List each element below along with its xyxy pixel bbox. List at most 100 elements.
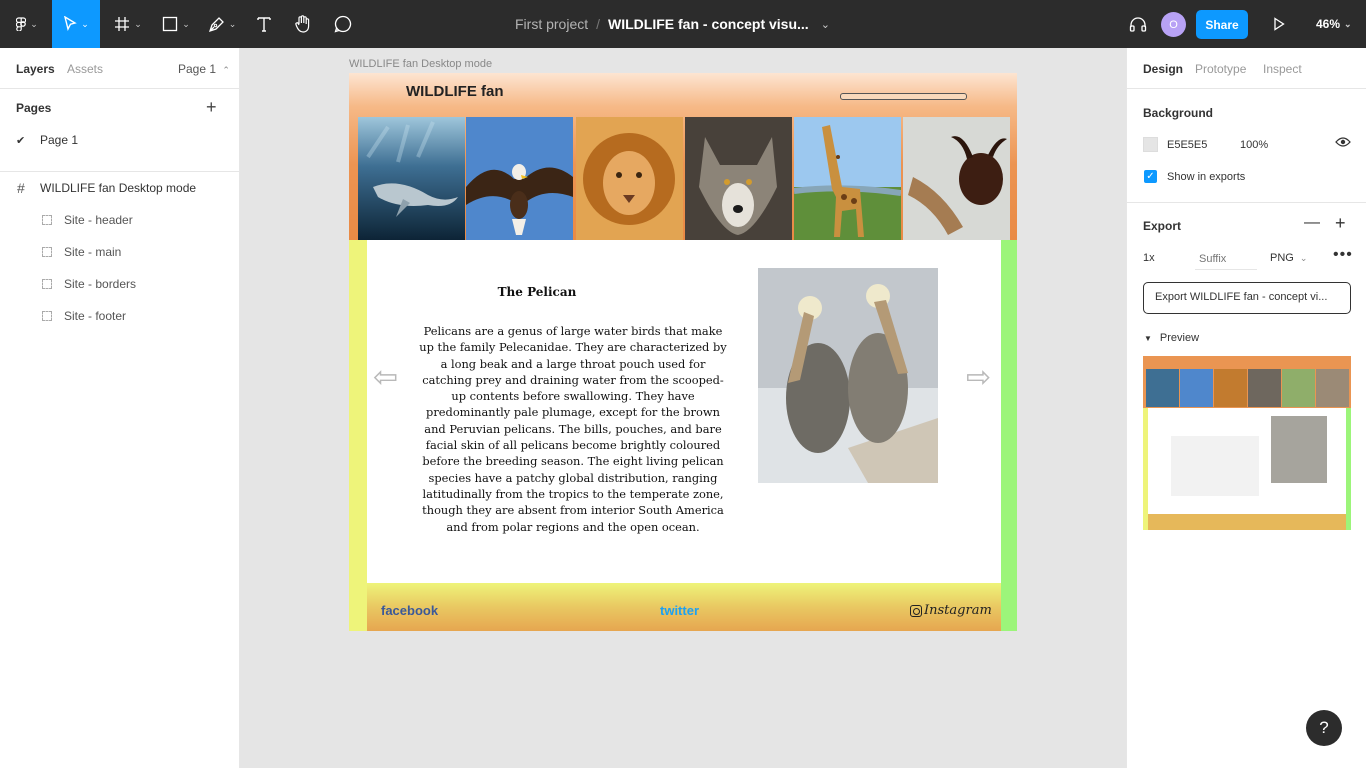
add-export-button[interactable]: + [1335, 213, 1346, 234]
tab-inspect[interactable]: Inspect [1263, 62, 1302, 76]
comment-tool-button[interactable] [329, 0, 357, 48]
chevron-down-icon: ⌄ [182, 18, 190, 29]
divider [0, 88, 240, 89]
divider [0, 171, 240, 172]
rectangle-icon [163, 16, 178, 32]
move-tool-button[interactable]: ⌄ [52, 0, 100, 48]
tab-prototype[interactable]: Prototype [1195, 62, 1246, 76]
present-button[interactable] [1266, 0, 1292, 48]
pages-heading: Pages [16, 101, 52, 115]
group-icon [42, 311, 52, 321]
tab-assets[interactable]: Assets [67, 62, 103, 76]
eagle-image [466, 117, 573, 240]
site-main[interactable]: ⇦ The Pelican Pelicans are a genus of la… [367, 240, 1001, 583]
chevron-down-icon: ⌄ [1299, 253, 1308, 263]
layer-site-borders[interactable]: Site - borders [0, 270, 240, 298]
background-hex-value[interactable]: E5E5E5 [1167, 139, 1207, 151]
export-button[interactable]: Export WILDLIFE fan - concept vi... [1143, 282, 1351, 314]
layer-label: Site - borders [64, 277, 137, 291]
divider [1127, 202, 1366, 203]
layer-site-footer[interactable]: Site - footer [0, 302, 240, 330]
tab-layers[interactable]: Layers [16, 62, 55, 76]
zoom-value: 46% [1316, 17, 1341, 31]
export-heading: Export [1143, 219, 1182, 233]
properties-panel: Design Prototype Inspect Background E5E5… [1126, 48, 1366, 768]
avatar[interactable]: O [1161, 12, 1186, 37]
group-icon [42, 279, 52, 289]
hand-tool-button[interactable] [289, 0, 317, 48]
remove-export-button[interactable]: — [1304, 214, 1320, 232]
instagram-link[interactable]: Instagram [910, 603, 992, 618]
file-name[interactable]: WILDLIFE fan - concept visu... [608, 16, 809, 32]
title-separator: / [596, 16, 601, 32]
export-suffix-input[interactable] [1195, 248, 1257, 270]
chevron-down-icon: ⌄ [1344, 18, 1352, 29]
add-page-button[interactable]: + [206, 97, 217, 118]
hand-icon [295, 15, 310, 33]
tab-design[interactable]: Design [1143, 62, 1183, 76]
layer-label: Site - main [64, 245, 122, 259]
export-options-button[interactable]: ••• [1333, 246, 1353, 264]
preview-toggle[interactable]: ▼ Preview [1144, 332, 1199, 344]
top-toolbar: ⌄ ⌄ ⌄ ⌄ ⌄ First project / WILDLIFE fan -… [0, 0, 1366, 48]
layer-label: WILDLIFE fan Desktop mode [40, 181, 197, 195]
article-title: The Pelican [497, 285, 577, 299]
export-format-select[interactable]: PNG ⌄ [1270, 252, 1307, 264]
pen-icon [208, 16, 224, 32]
cursor-icon [64, 16, 77, 31]
site-search-bar [840, 93, 967, 100]
play-icon [1274, 17, 1285, 31]
share-button[interactable]: Share [1196, 10, 1248, 39]
site-logo: WILDLIFE fan [406, 83, 504, 100]
arrow-left-icon[interactable]: ⇦ [373, 360, 398, 395]
export-preview-image [1143, 356, 1351, 530]
divider [1127, 88, 1366, 89]
giraffe-image [794, 117, 901, 240]
pen-tool-button[interactable]: ⌄ [202, 0, 242, 48]
facebook-link[interactable]: facebook [381, 603, 438, 618]
help-button[interactable]: ? [1306, 710, 1342, 746]
chevron-down-icon: ⌄ [30, 18, 38, 29]
text-tool-button[interactable] [250, 0, 278, 48]
visibility-toggle[interactable] [1335, 136, 1351, 151]
group-icon [42, 215, 52, 225]
checkmark-icon: ✓ [1146, 171, 1155, 182]
layers-panel: Layers Assets Page 1 ⌃ Pages + ✔ Page 1 … [0, 48, 240, 768]
arrow-right-icon[interactable]: ⇨ [966, 360, 991, 395]
frame-icon: # [17, 180, 25, 196]
eye-icon [1335, 137, 1351, 147]
background-opacity-value[interactable]: 100% [1240, 139, 1268, 151]
frame-label[interactable]: WILDLIFE fan Desktop mode [349, 58, 492, 70]
chevron-down-icon[interactable]: ⌄ [821, 18, 830, 31]
show-in-exports-checkbox[interactable]: ✓ [1144, 170, 1157, 183]
instagram-label: Instagram [924, 603, 992, 618]
frame-tool-button[interactable]: ⌄ [108, 0, 148, 48]
shape-tool-button[interactable]: ⌄ [155, 0, 197, 48]
twitter-link[interactable]: twitter [660, 603, 699, 618]
chevron-down-icon: ⌄ [81, 18, 89, 29]
export-scale-select[interactable]: 1x [1143, 252, 1155, 264]
site-footer[interactable]: facebook twitter Instagram [367, 583, 1001, 631]
export-format-value: PNG [1270, 252, 1294, 264]
layer-site-main[interactable]: Site - main [0, 238, 240, 266]
design-frame[interactable]: WILDLIFE fan ⇦ The Pelican Pelicans are … [349, 73, 1017, 631]
site-header[interactable]: WILDLIFE fan [349, 73, 1017, 240]
layer-frame-wildlife[interactable]: # WILDLIFE fan Desktop mode [0, 174, 240, 202]
project-name-link[interactable]: First project [515, 16, 588, 32]
zoom-select[interactable]: 46% ⌄ [1316, 0, 1352, 48]
layer-site-header[interactable]: Site - header [0, 206, 240, 234]
page-item-page-1[interactable]: ✔ Page 1 [16, 133, 78, 147]
page-item-label: Page 1 [40, 133, 79, 147]
text-icon [257, 17, 271, 32]
show-in-exports-label: Show in exports [1167, 171, 1246, 183]
main-menu-button[interactable]: ⌄ [8, 0, 46, 48]
pelican-image [758, 268, 938, 483]
audio-button[interactable] [1125, 0, 1151, 48]
comment-icon [334, 15, 352, 33]
chevron-down-icon: ⌄ [228, 18, 237, 29]
site-border-left [349, 240, 367, 631]
background-color-swatch[interactable] [1143, 137, 1158, 152]
page-select[interactable]: Page 1 ⌃ [178, 62, 230, 76]
instagram-icon [910, 604, 922, 617]
headphones-icon [1129, 17, 1147, 32]
